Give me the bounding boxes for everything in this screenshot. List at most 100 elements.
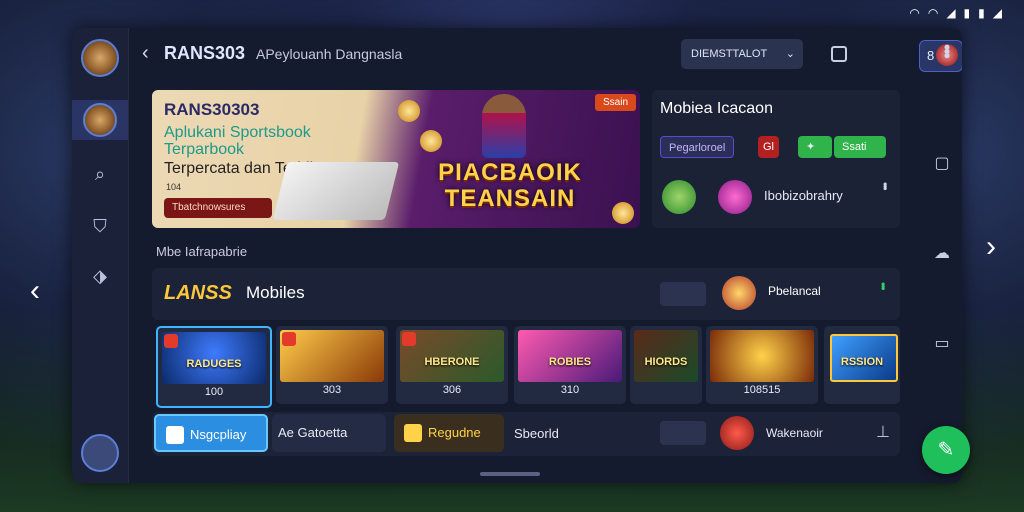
- mobiles-label: Mobiles: [246, 283, 305, 302]
- badge-count: 8: [927, 48, 935, 63]
- more-options-icon[interactable]: •••: [876, 282, 890, 289]
- game-cards-row: RADUGES 100 303 HBERONE 306 ROBIES 310 H…: [152, 326, 900, 408]
- hero-tag: Ssain: [594, 94, 636, 111]
- rail-item-search[interactable]: ⌕: [72, 154, 128, 194]
- rail-item-home[interactable]: [72, 100, 128, 140]
- lanes-logo: LANSS: [164, 282, 232, 304]
- primary-button[interactable]: Nsgcpliay: [154, 414, 268, 452]
- category-dropdown[interactable]: DIEMSTTALOT ⌄: [681, 39, 803, 69]
- system-status-bar: ◠ ◠ ◢ ▮ ▮ ◢: [909, 6, 1002, 20]
- pin-icon[interactable]: ⊥: [876, 422, 890, 442]
- battery-icon: ▮: [978, 6, 985, 20]
- short-chip[interactable]: Gl: [758, 136, 779, 158]
- register-chip[interactable]: Pegarloroel: [660, 136, 735, 158]
- primary-button-label: Nsgcpliay: [190, 427, 247, 442]
- card-label: 303: [322, 384, 342, 396]
- next-arrow-icon[interactable]: ›: [986, 230, 996, 264]
- section-label: Mbe Iafrapabrie: [156, 244, 248, 259]
- yellow-button-label: Regudne: [428, 425, 481, 440]
- leaf-icon: ✦: [806, 141, 816, 153]
- game-card[interactable]: 303: [276, 326, 388, 404]
- wifi-icon: ◠: [927, 6, 939, 20]
- more-options-icon[interactable]: •••: [878, 182, 892, 189]
- signal-icon: ◢: [992, 6, 1002, 20]
- card-title: RSSION: [840, 356, 884, 368]
- card-art: [710, 330, 814, 382]
- shield-icon: ⛉: [93, 216, 107, 236]
- cloud-icon[interactable]: ☁: [930, 242, 954, 266]
- coin-icon: [420, 130, 442, 152]
- game-card[interactable]: HIORDS: [630, 326, 702, 404]
- game-card[interactable]: RSSION: [824, 326, 900, 404]
- action-chip[interactable]: Ssati: [834, 136, 886, 158]
- window-icon[interactable]: ▢: [930, 152, 954, 176]
- card-label: 310: [560, 384, 580, 396]
- chat-icon[interactable]: ▭: [930, 332, 954, 356]
- card-label: 100: [204, 386, 224, 398]
- card-title: ROBIES: [548, 356, 592, 368]
- avatar: [81, 39, 119, 77]
- green-chip[interactable]: ✦: [798, 136, 832, 158]
- game-card[interactable]: 108515: [706, 326, 818, 404]
- avatar: [83, 103, 117, 137]
- card-badge-icon: [282, 332, 296, 346]
- bottom-right-text: Wakenaoir: [766, 426, 823, 440]
- app-title: RANS303: [164, 43, 246, 63]
- side-panel: Mobiea Icacaon Pegarloroel Gl ✦ Ssati Ib…: [652, 90, 900, 228]
- avatar: [720, 416, 754, 450]
- avatar: [722, 276, 756, 310]
- game-card[interactable]: RADUGES 100: [156, 326, 272, 408]
- secondary-button[interactable]: Ae Gatoetta: [272, 414, 386, 452]
- controller-icon[interactable]: [660, 282, 706, 306]
- panel-row-text: Ibobizobrahry: [764, 188, 843, 203]
- hero-tagline: Aplukani Sportsbook Terparbook: [164, 124, 311, 158]
- battery-icon: ▮: [963, 6, 971, 20]
- rail-item-tag[interactable]: ⬗: [72, 256, 128, 296]
- card-badge-icon: [164, 334, 178, 348]
- ball-icon: [662, 180, 696, 214]
- bottom-mid-text: Sbeorld: [514, 426, 559, 441]
- hero-big-text: PIACBAOIK TEANSAIN: [438, 159, 582, 212]
- shield-icon: [166, 426, 184, 444]
- page-subtitle: APeylouanh Dangnasla: [256, 46, 403, 62]
- card-label: 306: [442, 384, 462, 396]
- card-title: HIORDS: [644, 356, 688, 368]
- window-icon[interactable]: [831, 46, 847, 62]
- yellow-button[interactable]: Regudne: [394, 414, 504, 452]
- team-badge-icon: [718, 180, 752, 214]
- rail-item-settings[interactable]: [72, 433, 128, 473]
- hero-small-text: 104: [166, 182, 182, 192]
- wifi-icon: ◠: [909, 6, 920, 20]
- hero-banner[interactable]: RANS30303 Aplukani Sportsbook Terparbook…: [152, 90, 640, 228]
- game-card[interactable]: ROBIES 310: [514, 326, 626, 404]
- register-label: Pegarloroel: [669, 142, 726, 154]
- app-window: ⌕ ⛉ ⬗ ‹ RANS303 APeylouanh Dangnasla DIE…: [72, 28, 962, 483]
- card-badge-icon: [402, 332, 416, 346]
- controller-icon[interactable]: [660, 421, 706, 445]
- coin-icon: [398, 100, 420, 122]
- player-image: [482, 94, 526, 158]
- back-arrow-icon[interactable]: ‹: [142, 42, 149, 65]
- laptop-image: [272, 162, 400, 220]
- hero-title: RANS30303: [164, 100, 260, 119]
- home-icon: [81, 434, 119, 472]
- card-title: HBERONE: [424, 356, 480, 368]
- secondary-button-label: Ae Gatoetta: [278, 425, 348, 440]
- coin-icon: [612, 202, 634, 224]
- lane-right-label: Pbelancal: [768, 284, 821, 298]
- more-options-icon[interactable]: •••: [936, 44, 957, 57]
- previous-arrow-icon[interactable]: ‹: [30, 274, 40, 308]
- card-title: RADUGES: [186, 358, 242, 370]
- mobiles-bar[interactable]: LANSS Mobiles Pbelancal •••: [152, 268, 900, 320]
- hero-cta-button[interactable]: Tbatchnowsures: [164, 198, 272, 218]
- tag-icon: ⬗: [93, 266, 107, 286]
- drag-handle[interactable]: [480, 472, 540, 476]
- edit-fab-button[interactable]: ✎: [922, 426, 970, 474]
- bottom-action-bar: Nsgcpliay Ae Gatoetta Regudne Sbeorld Wa…: [152, 412, 900, 456]
- search-icon: ⌕: [94, 164, 106, 184]
- rail-item-shield[interactable]: ⛉: [72, 206, 128, 246]
- card-label: 108515: [743, 384, 781, 396]
- profile-avatar[interactable]: [72, 38, 128, 78]
- game-card[interactable]: HBERONE 306: [396, 326, 508, 404]
- signal-icon: ◢: [946, 6, 956, 20]
